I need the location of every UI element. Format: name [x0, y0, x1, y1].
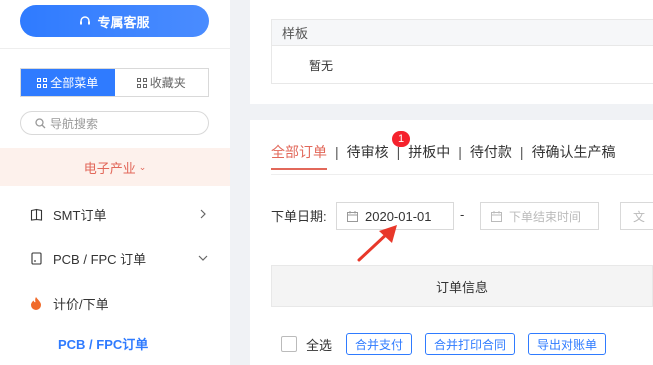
sample-table-header: 样板 [272, 20, 653, 46]
file-icon [29, 251, 43, 265]
tab-pending-payment[interactable]: 待付款 [470, 142, 512, 170]
tab-separator: | [396, 144, 401, 160]
chevron-down-icon [198, 255, 208, 261]
menu-tabs: 全部菜单 收藏夹 [20, 68, 209, 97]
sample-table: 样板 暂无 [271, 19, 653, 84]
date-range-dash: - [460, 207, 465, 222]
sidebar-subitem-label: PCB / FPC订单 [58, 336, 149, 352]
chevron-down-icon: ⌄ [138, 161, 147, 172]
bulk-actions: 全选 合并支付 合并打印合同 导出对账单 [281, 333, 619, 355]
customer-service-button[interactable]: 专属客服 [20, 5, 209, 37]
chevron-right-icon [200, 209, 206, 219]
tab-panelizing[interactable]: 拼板中 [408, 142, 450, 170]
tab-separator: | [335, 144, 339, 160]
fire-icon [29, 296, 43, 310]
nav-search-placeholder: 导航搜索 [50, 116, 99, 131]
book-icon [29, 207, 43, 221]
calendar-icon [491, 210, 502, 222]
sidebar-subitem-pcb-fpc-order[interactable]: PCB / FPC订单 [0, 328, 230, 358]
tabs-divider [271, 174, 653, 175]
sidebar-item-label: PCB / FPC 订单 [53, 251, 147, 267]
tab-favorites-label: 收藏夹 [149, 76, 186, 90]
tab-separator: | [519, 144, 524, 160]
merge-pay-button[interactable]: 合并支付 [346, 333, 413, 355]
order-date-label: 下单日期: [271, 209, 327, 224]
divider [0, 48, 230, 49]
pending-review-badge: 1 [392, 131, 410, 147]
document-filter-placeholder: 文 [633, 209, 646, 224]
industry-label: 电子产业 [83, 160, 136, 176]
document-filter-input[interactable]: 文 [620, 202, 653, 230]
order-info-header: 订单信息 [271, 265, 653, 307]
industry-selector[interactable]: 电子产业 ⌄ [0, 148, 230, 186]
end-date-input[interactable]: 下单结束时间 [480, 202, 599, 230]
headset-icon [80, 16, 91, 25]
sidebar-item-quote-order[interactable]: 计价/下单 [0, 288, 230, 318]
customer-service-label: 专属客服 [97, 14, 150, 30]
sidebar-item-label: 计价/下单 [53, 296, 109, 312]
tab-all-menu-label: 全部菜单 [50, 76, 99, 90]
grid-icon [136, 77, 147, 88]
tab-all-orders[interactable]: 全部订单 [271, 142, 327, 170]
annotation-arrow-icon [357, 225, 397, 262]
tab-pending-confirm-production[interactable]: 待确认生产稿 [532, 142, 616, 170]
tab-favorites[interactable]: 收藏夹 [115, 69, 209, 96]
nav-search-input[interactable]: 导航搜索 [20, 111, 209, 135]
tab-separator: | [458, 144, 462, 160]
sidebar-item-label: SMT订单 [53, 207, 107, 223]
export-statement-button[interactable]: 导出对账单 [528, 333, 607, 355]
grid-icon [37, 77, 48, 88]
sample-table-row: 暂无 [309, 58, 334, 73]
sidebar-item-smt-order[interactable]: SMT订单 [0, 199, 230, 229]
merge-print-contract-button[interactable]: 合并打印合同 [425, 333, 516, 355]
tab-pending-review[interactable]: 待审核 [347, 142, 389, 170]
sidebar: 专属客服 全部菜单 收藏夹 导航搜索 电子产业 ⌄ SMT订单 PCB / FP… [0, 0, 230, 365]
search-icon [35, 117, 46, 128]
tab-all-menu[interactable]: 全部菜单 [21, 69, 115, 96]
select-all-checkbox[interactable] [281, 336, 297, 352]
end-date-placeholder: 下单结束时间 [509, 209, 582, 224]
select-all-label: 全选 [306, 337, 333, 353]
sidebar-item-pcb-fpc-order[interactable]: PCB / FPC 订单 [0, 243, 230, 273]
order-tabs: 全部订单 | 待审核 | 拼板中 | 待付款 | 待确认生产稿 [271, 142, 616, 170]
sample-card: 样板 暂无 [250, 0, 653, 104]
orders-card: 全部订单 | 待审核 | 拼板中 | 待付款 | 待确认生产稿 1 下单日期: … [250, 120, 653, 365]
calendar-icon [347, 210, 358, 222]
